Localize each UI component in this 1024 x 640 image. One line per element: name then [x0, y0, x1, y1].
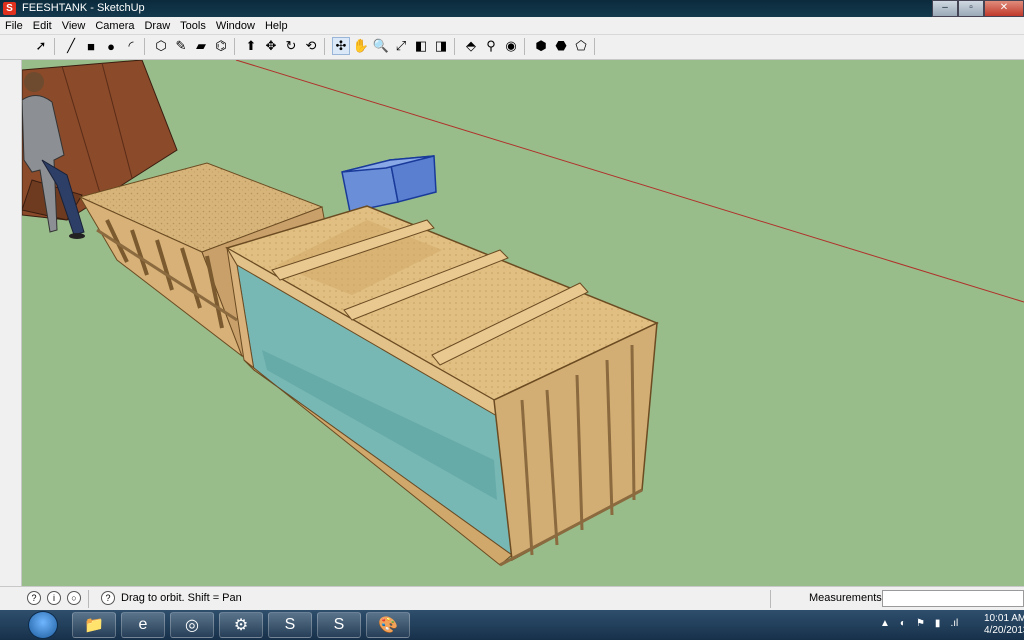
viewport-left-border — [0, 60, 22, 586]
paint-bucket-icon[interactable]: ✎ — [172, 37, 190, 55]
offset-icon[interactable]: ⟲ — [302, 37, 320, 55]
help-icon[interactable]: ? — [101, 591, 115, 605]
volume-icon[interactable]: ◐ — [900, 618, 906, 629]
internet-explorer-icon[interactable]: e — [121, 612, 165, 638]
blue-glass-boxes — [341, 155, 437, 213]
user-icon[interactable]: ○ — [67, 591, 81, 605]
menu-window[interactable]: Window — [211, 20, 260, 32]
clock-date: 4/20/2013 — [984, 625, 1024, 636]
status-hint: Drag to orbit. Shift = Pan — [121, 592, 242, 604]
paint-icon[interactable]: 🎨 — [366, 612, 410, 638]
chrome-icon[interactable]: ◎ — [170, 612, 214, 638]
tape-measure-icon[interactable]: ⌬ — [212, 37, 230, 55]
menu-help[interactable]: Help — [260, 20, 293, 32]
system-tray: ▲ ◐ ⚑ ▮ .ıl — [880, 618, 958, 629]
look-around-icon[interactable]: ◉ — [502, 37, 520, 55]
select-icon[interactable]: ➚ — [32, 37, 50, 55]
start-button[interactable] — [28, 611, 58, 639]
eraser-icon[interactable]: ▰ — [192, 37, 210, 55]
line-icon[interactable]: ╱ — [62, 37, 80, 55]
power-icon[interactable]: ▮ — [935, 618, 941, 629]
rotate-icon[interactable]: ↻ — [282, 37, 300, 55]
minimize-button[interactable]: – — [932, 0, 958, 17]
zoom-icon[interactable]: 🔍 — [372, 37, 390, 55]
menu-file[interactable]: File — [0, 20, 28, 32]
sketchup-icon[interactable]: S — [3, 2, 16, 15]
warehouse-icon[interactable]: ⬢ — [532, 37, 550, 55]
push-pull-icon[interactable]: ⬆ — [242, 37, 260, 55]
zoom-extents-icon[interactable]: ⤢ — [392, 37, 410, 55]
circle-icon[interactable]: ● — [102, 37, 120, 55]
window-title: FEESHTANK - SketchUp — [22, 2, 145, 14]
credits-icon[interactable]: i — [47, 591, 61, 605]
make-component-icon[interactable]: ⬡ — [152, 37, 170, 55]
geo-location-icon[interactable]: ? — [27, 591, 41, 605]
menu-bar: File Edit View Camera Draw Tools Window … — [0, 17, 1024, 35]
modeling-viewport[interactable] — [22, 60, 1024, 586]
measurements-input[interactable] — [882, 590, 1024, 607]
explorer-icon[interactable]: 📁 — [72, 612, 116, 638]
menu-draw[interactable]: Draw — [139, 20, 175, 32]
rectangle-icon[interactable]: ■ — [82, 37, 100, 55]
close-button[interactable]: ✕ — [984, 0, 1024, 17]
next-view-icon[interactable]: ◨ — [432, 37, 450, 55]
clock-time: 10:01 AM — [984, 613, 1024, 624]
getting-started-toolbar: ➚ ╱ ■ ● ◜ ⬡ ✎ ▰ ⌬ ⬆ ✥ ↻ ⟲ ✣ ✋ 🔍 ⤢ ◧ ◨ ⬘ ⚲ ◉ ⬢ ⬣ ⬠ — [0, 35, 1024, 60]
pan-icon[interactable]: ✋ — [352, 37, 370, 55]
orbit-icon[interactable]: ✣ — [332, 37, 350, 55]
network-icon[interactable]: ⚙ — [219, 612, 263, 638]
show-hidden-icons-icon[interactable]: ▲ — [880, 618, 890, 629]
walk-icon[interactable]: ⚲ — [482, 37, 500, 55]
maximize-button[interactable]: ▫ — [958, 0, 984, 17]
menu-edit[interactable]: Edit — [28, 20, 57, 32]
extension-icon[interactable]: ⬠ — [572, 37, 590, 55]
windows-taskbar: 📁e◎⚙SS🎨 ▲ ◐ ⚑ ▮ .ıl 10:01 AM 4/20/2013 — [0, 610, 1024, 640]
menu-camera[interactable]: Camera — [90, 20, 139, 32]
menu-view[interactable]: View — [57, 20, 91, 32]
action-center-icon[interactable]: ⚑ — [916, 618, 925, 629]
window-controls: – ▫ ✕ — [932, 0, 1024, 17]
share-model-icon[interactable]: ⬣ — [552, 37, 570, 55]
clock[interactable]: 10:01 AM 4/20/2013 — [984, 613, 1024, 637]
measurements-label: Measurements — [809, 592, 882, 604]
status-bar: ? i ○ ? Drag to orbit. Shift = Pan Measu… — [0, 586, 1024, 611]
previous-view-icon[interactable]: ◧ — [412, 37, 430, 55]
arc-icon[interactable]: ◜ — [122, 37, 140, 55]
aquarium-tank — [225, 205, 659, 567]
skype-icon[interactable]: S — [268, 612, 312, 638]
menu-tools[interactable]: Tools — [175, 20, 211, 32]
title-bar: S FEESHTANK - SketchUp – ▫ ✕ — [0, 0, 1024, 17]
sketchup-icon[interactable]: S — [317, 612, 361, 638]
scene-canvas[interactable] — [22, 60, 1024, 586]
position-camera-icon[interactable]: ⬘ — [462, 37, 480, 55]
network-signal-icon[interactable]: .ıl — [950, 618, 958, 629]
move-icon[interactable]: ✥ — [262, 37, 280, 55]
